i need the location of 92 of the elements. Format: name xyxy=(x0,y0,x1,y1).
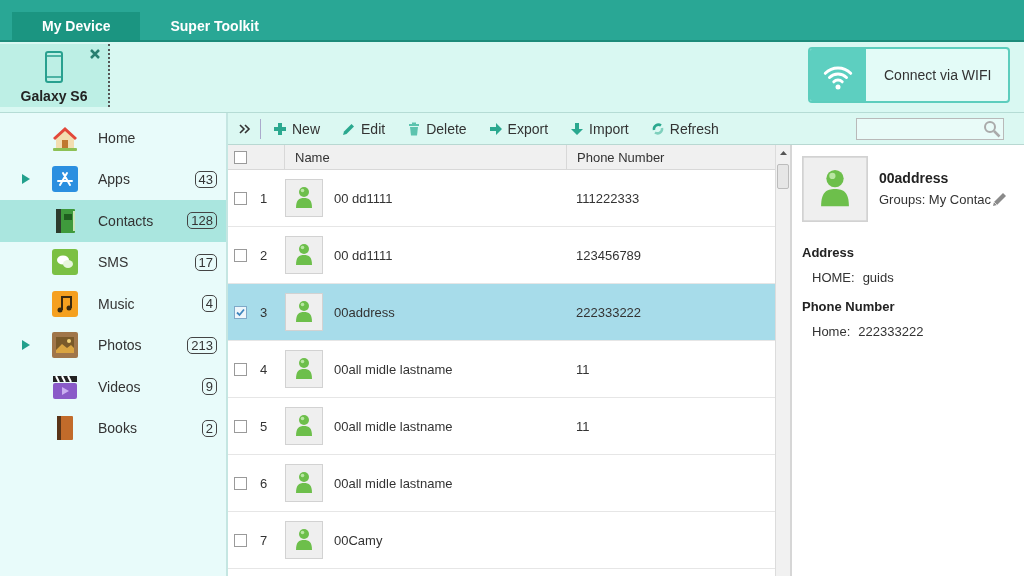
phone-number: 111222333 xyxy=(576,190,640,206)
contact-name: 00all midle lastname xyxy=(334,361,453,377)
house-icon xyxy=(52,124,78,151)
checkbox[interactable] xyxy=(234,248,247,262)
app-tile-icon xyxy=(52,166,78,193)
toolbar-button[interactable]: Export xyxy=(486,118,551,139)
item-count: 9 xyxy=(201,378,217,396)
scroll-up-icon[interactable] xyxy=(779,151,787,155)
checkbox[interactable] xyxy=(234,150,247,164)
groups-label: Groups: My Contac xyxy=(879,191,991,207)
contact-name: 00address xyxy=(334,304,395,320)
wifi-icon xyxy=(810,49,866,101)
search-field[interactable] xyxy=(856,117,1004,140)
item-count: 2 xyxy=(201,419,217,437)
expand-arrow-icon[interactable] xyxy=(22,340,30,351)
arrow-down-icon xyxy=(570,121,585,136)
toolbar-button[interactable]: Import xyxy=(568,118,631,139)
avatar-icon xyxy=(802,156,868,222)
expand-arrow-icon[interactable] xyxy=(22,174,30,185)
avatar-icon xyxy=(285,407,323,445)
arrow-right-icon xyxy=(488,121,503,136)
avatar-icon xyxy=(285,464,323,502)
field-value: guids xyxy=(862,270,894,285)
refresh-icon xyxy=(650,121,665,136)
sidebar-item[interactable]: Contacts 128 xyxy=(0,200,226,242)
row-number: 7 xyxy=(260,532,268,548)
chat-bubble-icon xyxy=(52,249,78,276)
avatar-icon xyxy=(285,179,323,217)
row-number: 2 xyxy=(260,247,268,263)
row-number: 5 xyxy=(260,418,268,434)
search-icon[interactable] xyxy=(983,119,1001,138)
column-header[interactable]: Name xyxy=(284,145,566,169)
row-number: 1 xyxy=(260,190,268,206)
sidebar-item[interactable]: Apps 43 xyxy=(0,158,226,200)
toolbar-button[interactable]: Delete xyxy=(405,118,469,139)
checkbox[interactable] xyxy=(234,362,247,376)
toolbar-button[interactable]: Refresh xyxy=(648,118,721,139)
connect-wifi-button[interactable]: Connect via WIFI xyxy=(808,47,1010,103)
trash-icon xyxy=(407,121,422,136)
sidebar-item[interactable]: Home xyxy=(0,117,226,159)
checkbox[interactable] xyxy=(234,305,247,319)
scrollbar-thumb[interactable] xyxy=(777,164,789,189)
avatar-icon xyxy=(285,350,323,388)
pencil-icon[interactable] xyxy=(992,191,1008,207)
field-value: 222333222 xyxy=(858,324,924,339)
checkbox[interactable] xyxy=(234,419,247,433)
contact-name: 00all midle lastname xyxy=(334,475,453,491)
item-count: 128 xyxy=(187,212,217,230)
row-number: 3 xyxy=(260,304,268,320)
sidebar-item[interactable]: SMS 17 xyxy=(0,241,226,283)
avatar-icon xyxy=(285,521,323,559)
item-count: 17 xyxy=(194,253,217,271)
picture-frame-icon xyxy=(52,332,78,359)
section-heading: Phone Number xyxy=(802,299,896,314)
phone-number: 11 xyxy=(576,361,590,377)
checkbox[interactable] xyxy=(234,533,247,547)
checkbox[interactable] xyxy=(234,476,247,490)
sidebar-item[interactable]: Music 4 xyxy=(0,283,226,325)
contact-name: 00address xyxy=(879,170,950,186)
contact-name: 00 dd1111 xyxy=(334,247,393,263)
toolbar-button[interactable]: Edit xyxy=(340,118,388,139)
contact-name: 00Camy xyxy=(334,532,383,548)
item-count: 4 xyxy=(201,295,217,313)
row-number: 4 xyxy=(260,361,268,377)
section-heading: Address xyxy=(802,245,856,260)
item-count: 213 xyxy=(187,336,217,354)
sidebar-item[interactable]: Books 2 xyxy=(0,407,226,449)
music-note-icon xyxy=(52,290,78,317)
phone-number: 222333222 xyxy=(576,304,642,320)
contact-name: 00all midle lastname xyxy=(334,418,453,434)
toolbar-button[interactable]: New xyxy=(271,118,322,139)
phone-number: 123456789 xyxy=(576,247,642,263)
avatar-icon xyxy=(285,293,323,331)
item-count: 43 xyxy=(194,170,217,188)
plus-icon xyxy=(273,121,287,136)
clapperboard-icon xyxy=(52,373,78,400)
row-number: 6 xyxy=(260,475,268,491)
sidebar-item[interactable]: Videos 9 xyxy=(0,366,226,408)
double-chevron-icon xyxy=(238,121,251,136)
field-label: Home: xyxy=(812,324,851,339)
pencil-icon xyxy=(342,121,356,136)
checkbox[interactable] xyxy=(234,191,247,205)
avatar-icon xyxy=(285,236,323,274)
sidebar-item[interactable]: Photos 213 xyxy=(0,324,226,366)
table-row[interactable]: 3 00address 222333222 xyxy=(228,284,775,341)
tab[interactable]: My Device xyxy=(12,12,141,40)
field-label: HOME: xyxy=(812,270,855,285)
device-tab[interactable]: Galaxy S6 xyxy=(0,44,110,107)
close-icon[interactable] xyxy=(90,49,100,59)
phone-icon xyxy=(45,51,63,83)
contact-name: 00 dd1111 xyxy=(334,190,393,206)
phone-number: 11 xyxy=(576,418,590,434)
